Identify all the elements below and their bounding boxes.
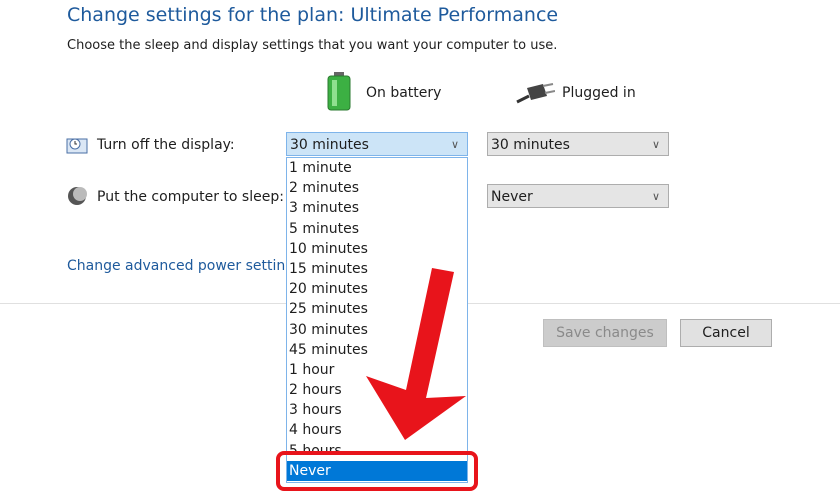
display-plugged-dropdown[interactable]: 30 minutes ∨ bbox=[487, 132, 669, 156]
dropdown-option[interactable]: 1 minute bbox=[287, 158, 467, 178]
dropdown-option[interactable]: 1 hour bbox=[287, 360, 467, 380]
plug-icon bbox=[516, 83, 555, 104]
dropdown-option[interactable]: 10 minutes bbox=[287, 239, 467, 259]
dropdown-option[interactable]: 4 hours bbox=[287, 420, 467, 440]
page-subtitle: Choose the sleep and display settings th… bbox=[67, 38, 558, 53]
dropdown-option[interactable]: 20 minutes bbox=[287, 279, 467, 299]
chevron-down-icon: ∨ bbox=[651, 138, 660, 151]
dropdown-option[interactable]: 45 minutes bbox=[287, 340, 467, 360]
dropdown-option[interactable]: 5 minutes bbox=[287, 219, 467, 239]
display-icon bbox=[66, 138, 88, 154]
dropdown-option[interactable]: 30 minutes bbox=[287, 320, 467, 340]
sleep-label: Put the computer to sleep: bbox=[97, 189, 284, 205]
display-plugged-value: 30 minutes bbox=[491, 137, 570, 153]
chevron-down-icon: ∨ bbox=[450, 138, 459, 151]
dropdown-option[interactable]: 5 hours bbox=[287, 441, 467, 461]
on-battery-header: On battery bbox=[366, 85, 442, 101]
page-title: Change settings for the plan: Ultimate P… bbox=[67, 4, 559, 26]
dropdown-option[interactable]: 3 hours bbox=[287, 400, 467, 420]
save-changes-button[interactable]: Save changes bbox=[543, 319, 667, 347]
dropdown-options-list[interactable]: 1 minute 2 minutes 3 minutes 5 minutes 10 mi… bbox=[286, 157, 468, 483]
advanced-settings-link[interactable]: Change advanced power settings bbox=[67, 258, 301, 274]
dropdown-option[interactable]: 25 minutes bbox=[287, 299, 467, 319]
battery-icon bbox=[327, 72, 351, 111]
chevron-down-icon: ∨ bbox=[651, 190, 660, 203]
cancel-button[interactable]: Cancel bbox=[680, 319, 772, 347]
dropdown-option[interactable]: 15 minutes bbox=[287, 259, 467, 279]
dropdown-option[interactable]: 3 minutes bbox=[287, 198, 467, 218]
sleep-icon bbox=[68, 187, 87, 205]
dropdown-option[interactable]: Never bbox=[287, 460, 467, 481]
display-battery-dropdown[interactable]: 30 minutes ∨ bbox=[286, 132, 468, 156]
dropdown-option[interactable]: 2 hours bbox=[287, 380, 467, 400]
display-battery-value: 30 minutes bbox=[290, 137, 369, 153]
sleep-plugged-dropdown[interactable]: Never ∨ bbox=[487, 184, 669, 208]
dropdown-option[interactable]: 2 minutes bbox=[287, 178, 467, 198]
plugged-in-header: Plugged in bbox=[562, 85, 636, 101]
display-label: Turn off the display: bbox=[97, 137, 235, 153]
sleep-plugged-value: Never bbox=[491, 189, 533, 205]
